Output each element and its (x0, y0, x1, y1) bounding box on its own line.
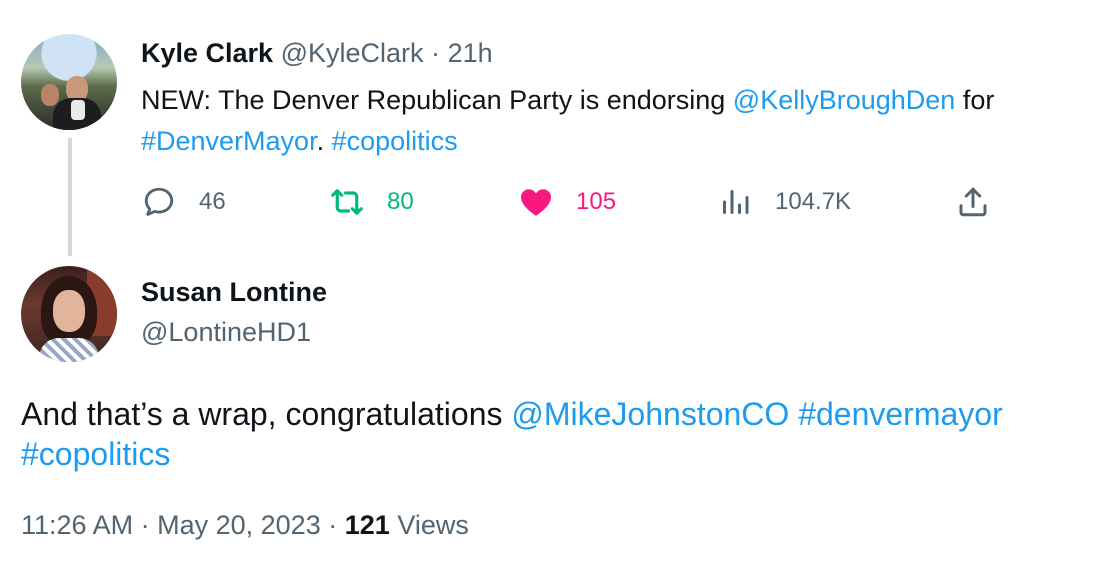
like-button[interactable]: 105 (518, 182, 616, 222)
mention-link-mikejohnstonco[interactable]: @MikeJohnstonCO (511, 396, 789, 432)
parent-display-name[interactable]: Kyle Clark (141, 38, 273, 68)
share-icon (955, 184, 991, 220)
reply-text-space (789, 396, 798, 432)
parent-text-after-mention: for (955, 85, 995, 115)
hashtag-link-copolitics[interactable]: #copolitics (332, 126, 458, 156)
reply-handle[interactable]: @LontineHD1 (141, 314, 311, 350)
reply-time[interactable]: 11:26 AM (21, 510, 133, 540)
parent-text-between: . (316, 126, 332, 156)
retweet-icon (329, 184, 365, 220)
mention-link-kellybroughden[interactable]: @KellyBroughDen (733, 85, 956, 115)
reply-views-count[interactable]: 121 (345, 510, 390, 540)
views-chart-icon (717, 184, 753, 220)
share-button[interactable] (955, 182, 991, 222)
heart-icon (518, 184, 554, 220)
susan-lontine-avatar[interactable] (21, 266, 117, 362)
header-separator: · (431, 38, 441, 68)
parent-tweet-header: Kyle Clark @KyleClark · 21h (141, 35, 493, 71)
meta-separator-1: · (140, 510, 150, 540)
hashtag-link-copolitics-reply[interactable]: #copolitics (21, 436, 170, 472)
parent-text-intro: NEW: The Denver Republican Party is endo… (141, 85, 733, 115)
thread-connector-line (68, 138, 72, 256)
reply-button[interactable]: 46 (141, 182, 226, 222)
reply-count: 46 (199, 188, 226, 215)
hashtag-link-denvermayor[interactable]: #DenverMayor (141, 126, 317, 156)
parent-timestamp[interactable]: 21h (448, 38, 493, 68)
hashtag-link-denvermayor-reply[interactable]: #denvermayor (798, 396, 1003, 432)
reply-meta: 11:26 AM · May 20, 2023 · 121 Views (21, 507, 469, 543)
reply-display-name[interactable]: Susan Lontine (141, 274, 327, 310)
views-button[interactable]: 104.7K (717, 182, 851, 222)
reply-text-intro: And that’s a wrap, congratulations (21, 396, 512, 432)
retweet-button[interactable]: 80 (329, 182, 414, 222)
meta-separator-2: · (328, 510, 338, 540)
reply-date[interactable]: May 20, 2023 (157, 510, 321, 540)
reply-views-label: Views (397, 510, 469, 540)
reply-icon (141, 184, 177, 220)
like-count: 105 (576, 188, 617, 215)
view-count: 104.7K (775, 188, 852, 215)
parent-handle[interactable]: @KyleClark (281, 38, 424, 68)
kyle-clark-avatar[interactable] (21, 34, 117, 130)
parent-tweet-text: NEW: The Denver Republican Party is endo… (141, 80, 1101, 162)
reply-tweet-text: And that’s a wrap, congratulations @Mike… (21, 394, 1101, 474)
retweet-count: 80 (387, 188, 414, 215)
